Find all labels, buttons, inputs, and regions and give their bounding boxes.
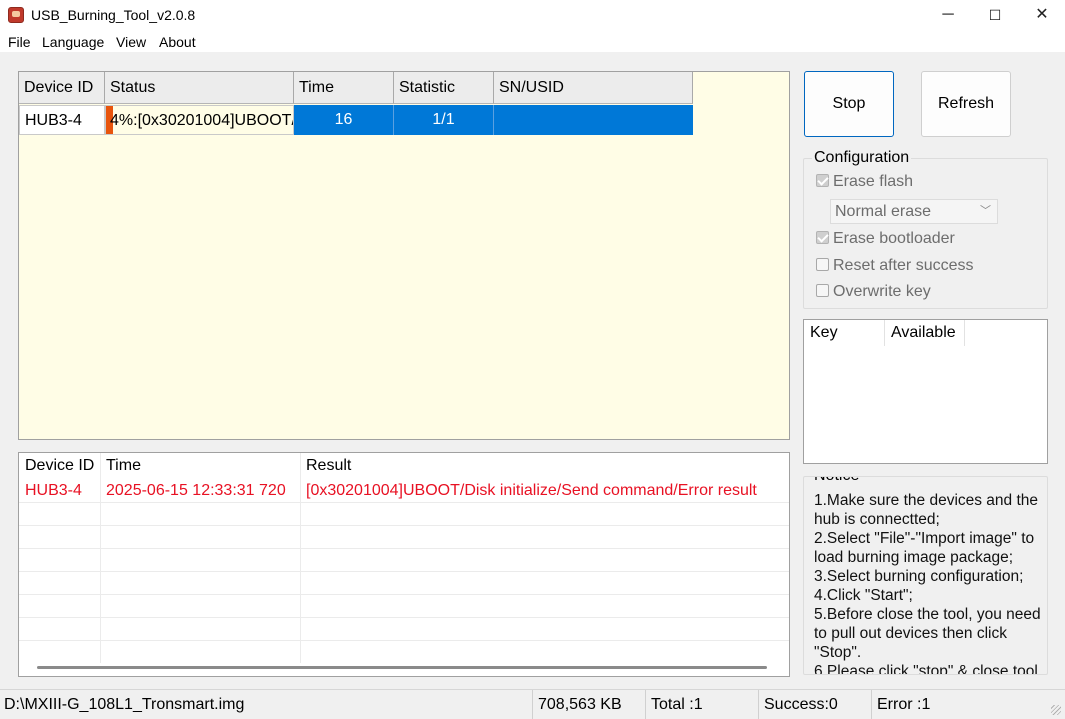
erase-bootloader-checkbox[interactable]: Erase bootloader: [816, 230, 955, 248]
horizontal-scrollbar[interactable]: [37, 666, 767, 669]
image-path: D:\MXIII-G_108L1_Tronsmart.img: [4, 696, 245, 713]
menu-about[interactable]: About: [159, 34, 196, 50]
checkbox-checked-icon[interactable]: [816, 174, 829, 187]
menu-language[interactable]: Language: [42, 34, 104, 50]
configuration-group: Configuration Erase flash Normal erase ﹀…: [803, 149, 1048, 309]
success-count: Success:0: [758, 690, 871, 719]
menu-bar: File Language View About: [0, 32, 1065, 52]
configuration-title: Configuration: [812, 149, 912, 167]
log-time: 2025-06-15 12:33:31 720: [106, 482, 286, 499]
checkbox-unchecked-icon[interactable]: [816, 258, 829, 271]
device-table[interactable]: Device ID Status Time Statistic SN/USID …: [18, 71, 790, 440]
error-count: Error :1: [871, 690, 991, 719]
status-cell: 4%:[0x30201004]UBOOT/: [105, 105, 294, 135]
close-button[interactable]: ✕: [1019, 0, 1065, 32]
erase-flash-label: Erase flash: [833, 173, 914, 190]
key-list[interactable]: Key Available: [803, 319, 1048, 464]
key-header[interactable]: Key: [804, 320, 885, 346]
log-result: [0x30201004]UBOOT/Disk initialize/Send c…: [306, 482, 757, 499]
log-table[interactable]: Device ID Time Result HUB3-4 2025-06-15 …: [18, 452, 790, 677]
column-header-device-id[interactable]: Device ID: [19, 72, 105, 104]
notice-group: Notice 1.Make sure the devices and the h…: [803, 476, 1048, 675]
menu-view[interactable]: View: [116, 34, 146, 50]
time-cell: 16: [294, 105, 394, 135]
notice-text: 1.Make sure the devices and the hub is c…: [814, 491, 1047, 675]
grid-line: [300, 453, 301, 663]
notice-line: 3.Select burning configuration;: [814, 568, 1024, 585]
notice-line: 5.Before close the tool, you need to pul…: [814, 606, 1041, 661]
status-bar: D:\MXIII-G_108L1_Tronsmart.img 708,563 K…: [0, 689, 1065, 719]
chevron-down-icon: ﹀: [980, 205, 991, 217]
overwrite-key-label: Overwrite key: [833, 283, 931, 300]
column-header-time[interactable]: Time: [294, 72, 394, 104]
log-header-result[interactable]: Result: [300, 453, 780, 479]
checkbox-unchecked-icon[interactable]: [816, 284, 829, 297]
device-id-cell: HUB3-4: [19, 105, 105, 135]
sn-usid-cell: [494, 105, 693, 135]
image-size: 708,563 KB: [532, 690, 645, 719]
log-header-time[interactable]: Time: [100, 453, 300, 479]
column-header-sn-usid[interactable]: SN/USID: [494, 72, 693, 104]
notice-line: 2.Select "File"-"Import image" to load b…: [814, 530, 1035, 566]
grid-line: [19, 502, 789, 503]
log-device-id: HUB3-4: [25, 482, 82, 499]
grid-line: [19, 594, 789, 595]
reset-after-success-label: Reset after success: [833, 257, 974, 274]
app-icon: [8, 7, 24, 23]
reset-after-success-checkbox[interactable]: Reset after success: [816, 257, 974, 275]
notice-line: 1.Make sure the devices and the hub is c…: [814, 492, 1039, 528]
grid-line: [100, 453, 101, 663]
maximize-button[interactable]: ☐: [972, 0, 1018, 32]
statistic-cell: 1/1: [394, 105, 494, 135]
erase-mode-select[interactable]: Normal erase ﹀: [830, 199, 998, 224]
grid-line: [19, 548, 789, 549]
refresh-button[interactable]: Refresh: [921, 71, 1011, 137]
erase-mode-value: Normal erase: [835, 203, 932, 220]
window-title: USB_Burning_Tool_v2.0.8: [31, 7, 196, 23]
menu-file[interactable]: File: [8, 34, 31, 50]
grid-line: [19, 525, 789, 526]
overwrite-key-checkbox[interactable]: Overwrite key: [816, 283, 931, 301]
erase-bootloader-label: Erase bootloader: [833, 230, 955, 247]
stop-button[interactable]: Stop: [804, 71, 894, 137]
status-text: 4%:[0x30201004]UBOOT/: [110, 112, 294, 129]
total-count: Total :1: [645, 690, 758, 719]
available-header[interactable]: Available: [885, 320, 965, 346]
column-header-statistic[interactable]: Statistic: [394, 72, 494, 104]
title-bar: USB_Burning_Tool_v2.0.8 ─ ☐ ✕: [0, 0, 1065, 32]
grid-line: [19, 617, 789, 618]
notice-title: Notice: [812, 477, 862, 485]
column-header-status[interactable]: Status: [105, 72, 294, 104]
resize-grip-icon[interactable]: [1051, 705, 1061, 715]
notice-line: 4.Click "Start";: [814, 587, 913, 604]
checkbox-checked-icon[interactable]: [816, 231, 829, 244]
log-header-device-id[interactable]: Device ID: [19, 453, 100, 479]
erase-flash-checkbox[interactable]: Erase flash: [816, 173, 913, 191]
minimize-button[interactable]: ─: [925, 0, 971, 32]
grid-line: [19, 640, 789, 641]
grid-line: [19, 571, 789, 572]
notice-line: 6.Please click "stop" & close tool: [814, 663, 1038, 675]
